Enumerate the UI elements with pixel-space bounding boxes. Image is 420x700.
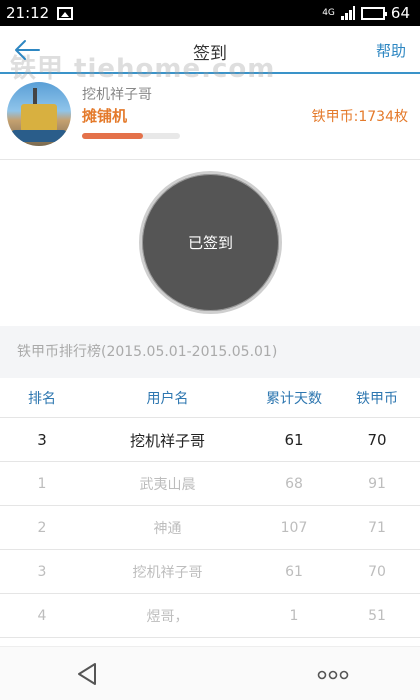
battery-percent: 64 [390, 4, 410, 22]
username-cell: 神通 [153, 521, 182, 537]
avatar-machine-shape [21, 104, 57, 132]
rank-cell: 3 [37, 431, 47, 449]
sign-in-area: 已签到 [0, 160, 420, 326]
username-cell: 武夷山晨 [139, 477, 196, 493]
level-progress-fill [82, 133, 143, 139]
coins-cell: 51 [368, 608, 386, 624]
profile-section: 挖机祥子哥 摊铺机 铁甲币:1734枚 [0, 76, 420, 160]
days-cell: 61 [284, 431, 304, 449]
table-row[interactable]: 4 煜哥， 1 51 [0, 595, 420, 638]
username-cell: 挖机祥子哥 [132, 565, 203, 581]
table-row[interactable]: 2 神通 107 71 [0, 507, 420, 550]
rank-cell: 4 [37, 608, 47, 624]
avatar[interactable] [7, 82, 71, 146]
table-row[interactable]: 1 武夷山晨 68 91 [0, 463, 420, 506]
avatar-crowd-shape [11, 130, 67, 142]
ranking-table-header: 排名 用户名 累计天数 铁甲币 [0, 378, 420, 418]
nav-back-triangle-icon [78, 663, 96, 685]
image-notification-icon [57, 6, 74, 20]
rank-cell: 3 [37, 564, 47, 580]
level-progress-bar [82, 133, 180, 139]
help-button[interactable]: 帮助 [376, 40, 406, 61]
username: 挖机祥子哥 [82, 87, 152, 103]
status-right: 4G 64 [322, 4, 410, 22]
sign-in-button[interactable]: 已签到 [139, 171, 282, 314]
sign-in-label: 已签到 [187, 234, 233, 252]
username-cell: 挖机祥子哥 [129, 431, 205, 450]
network-type: 4G [322, 7, 335, 18]
app-header: 铁甲 tiehome.com 签到 帮助 [0, 26, 420, 84]
status-time: 21:12 [6, 4, 50, 22]
ranking-title: 铁甲币排行榜(2015.05.01-2015.05.01) [0, 326, 420, 378]
coin-balance: 铁甲币:1734枚 [311, 109, 408, 125]
status-left: 21:12 [6, 4, 74, 22]
username-cell: 煜哥， [146, 609, 189, 625]
days-cell: 107 [280, 520, 308, 536]
col-rank-header: 排名 [28, 390, 56, 407]
my-ranking-row: 3 挖机祥子哥 61 70 [0, 419, 420, 462]
rank-cell: 2 [37, 520, 47, 536]
more-dots-icon [317, 670, 349, 680]
machine-type: 摊铺机 [82, 107, 128, 125]
col-days-header: 累计天数 [266, 390, 322, 407]
coins-cell: 70 [367, 431, 387, 449]
signal-icon [340, 6, 355, 20]
col-username-header: 用户名 [146, 390, 189, 407]
coins-cell: 70 [368, 564, 386, 580]
page-title: 签到 [193, 44, 227, 64]
coins-cell: 71 [368, 520, 386, 536]
battery-icon [360, 6, 387, 20]
more-menu-button[interactable] [316, 667, 350, 681]
col-coins-header: 铁甲币 [356, 390, 398, 407]
system-nav-bar [0, 646, 420, 700]
table-row[interactable]: 3 挖机祥子哥 61 70 [0, 551, 420, 594]
days-cell: 61 [285, 564, 303, 580]
nav-back-button[interactable] [76, 662, 98, 686]
status-bar: 21:12 4G 64 [0, 0, 420, 26]
days-cell: 68 [285, 476, 303, 492]
rank-cell: 1 [37, 476, 47, 492]
days-cell: 1 [289, 608, 299, 624]
coins-cell: 91 [368, 476, 386, 492]
